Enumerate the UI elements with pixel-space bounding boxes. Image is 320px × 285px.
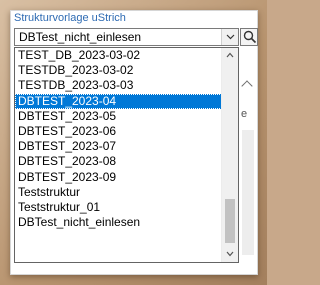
- dropdown-items: TEST_DB_2023-03-02 TESTDB_2023-03-02 TESTD…: [15, 48, 222, 230]
- partial-scrollbar: [242, 130, 254, 255]
- list-item[interactable]: Teststruktur_01: [15, 200, 222, 215]
- list-item[interactable]: DBTEST_2023-05: [15, 109, 222, 124]
- magnifier-icon: [243, 30, 257, 44]
- combobox-value: DBTest_nicht_einlesen: [19, 30, 142, 44]
- chevron-down-icon: [226, 251, 234, 257]
- dropdown-list[interactable]: TEST_DB_2023-03-02 TESTDB_2023-03-02 TESTD…: [14, 47, 239, 263]
- list-item-selected[interactable]: DBTEST_2023-04: [15, 93, 222, 109]
- structure-template-combobox[interactable]: DBTest_nicht_einlesen: [14, 28, 239, 46]
- list-item[interactable]: DBTEST_2023-08: [15, 154, 222, 169]
- combobox-dropdown-button[interactable]: [221, 29, 238, 45]
- chevron-up-icon: [226, 52, 234, 58]
- scroll-up-button[interactable]: [222, 48, 238, 63]
- dropdown-scrollbar[interactable]: [221, 48, 238, 262]
- chevron-down-icon: [226, 34, 235, 40]
- screenshot-frame: Strukturvorlage uStrich DBTest_nicht_ein…: [0, 0, 267, 285]
- underlying-panel-edge: e: [240, 74, 256, 255]
- list-item[interactable]: TESTDB_2023-03-03: [15, 78, 222, 93]
- scroll-thumb[interactable]: [225, 199, 235, 243]
- list-item[interactable]: TEST_DB_2023-03-02: [15, 48, 222, 63]
- list-item[interactable]: TESTDB_2023-03-02: [15, 63, 222, 78]
- list-item[interactable]: DBTest_nicht_einlesen: [15, 215, 222, 230]
- list-item[interactable]: Teststruktur: [15, 185, 222, 200]
- search-button[interactable]: [240, 28, 258, 46]
- field-caption: Strukturvorlage uStrich: [14, 12, 126, 24]
- list-item[interactable]: DBTEST_2023-07: [15, 139, 222, 154]
- list-item[interactable]: DBTEST_2023-09: [15, 170, 222, 185]
- partial-text: e: [241, 108, 248, 120]
- partial-arrow-icon: [241, 80, 253, 92]
- list-item[interactable]: DBTEST_2023-06: [15, 124, 222, 139]
- scroll-down-button[interactable]: [222, 247, 238, 262]
